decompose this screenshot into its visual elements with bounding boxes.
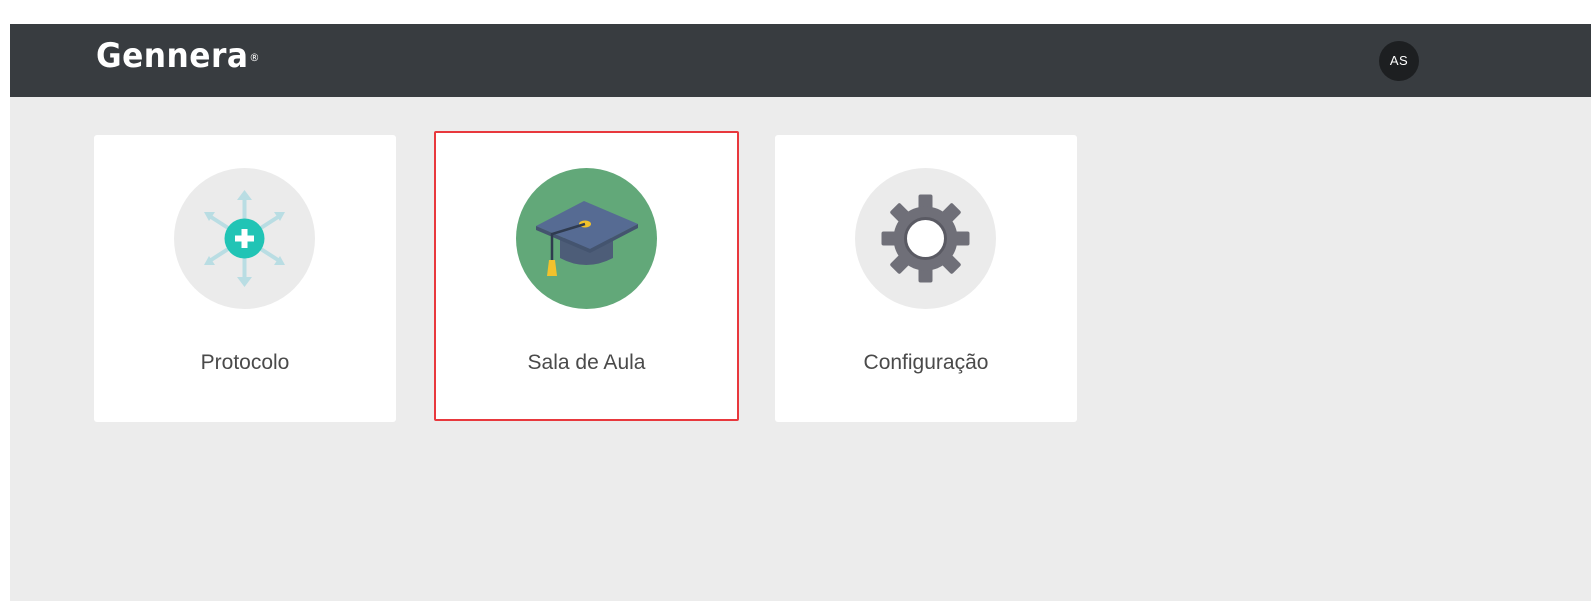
top-bar: Gennera® AS (10, 24, 1591, 97)
module-card-protocolo[interactable]: Protocolo (94, 135, 396, 422)
module-card-configuracao[interactable]: Configuração (775, 135, 1077, 422)
logo-text: Gennera (96, 36, 249, 76)
protocol-icon (174, 168, 315, 309)
app-window: Gennera® AS Protocolo Sala de Aula Confi… (10, 24, 1591, 601)
module-card-sala-de-aula[interactable]: Sala de Aula (434, 131, 739, 421)
module-label: Configuração (863, 351, 989, 374)
user-avatar[interactable]: AS (1379, 41, 1419, 81)
graduation-cap-icon (516, 168, 657, 309)
registered-mark: ® (249, 51, 260, 64)
gear-icon (855, 168, 996, 309)
module-label: Protocolo (200, 351, 290, 374)
module-label: Sala de Aula (527, 351, 646, 374)
gennera-logo[interactable]: Gennera® (96, 36, 260, 76)
